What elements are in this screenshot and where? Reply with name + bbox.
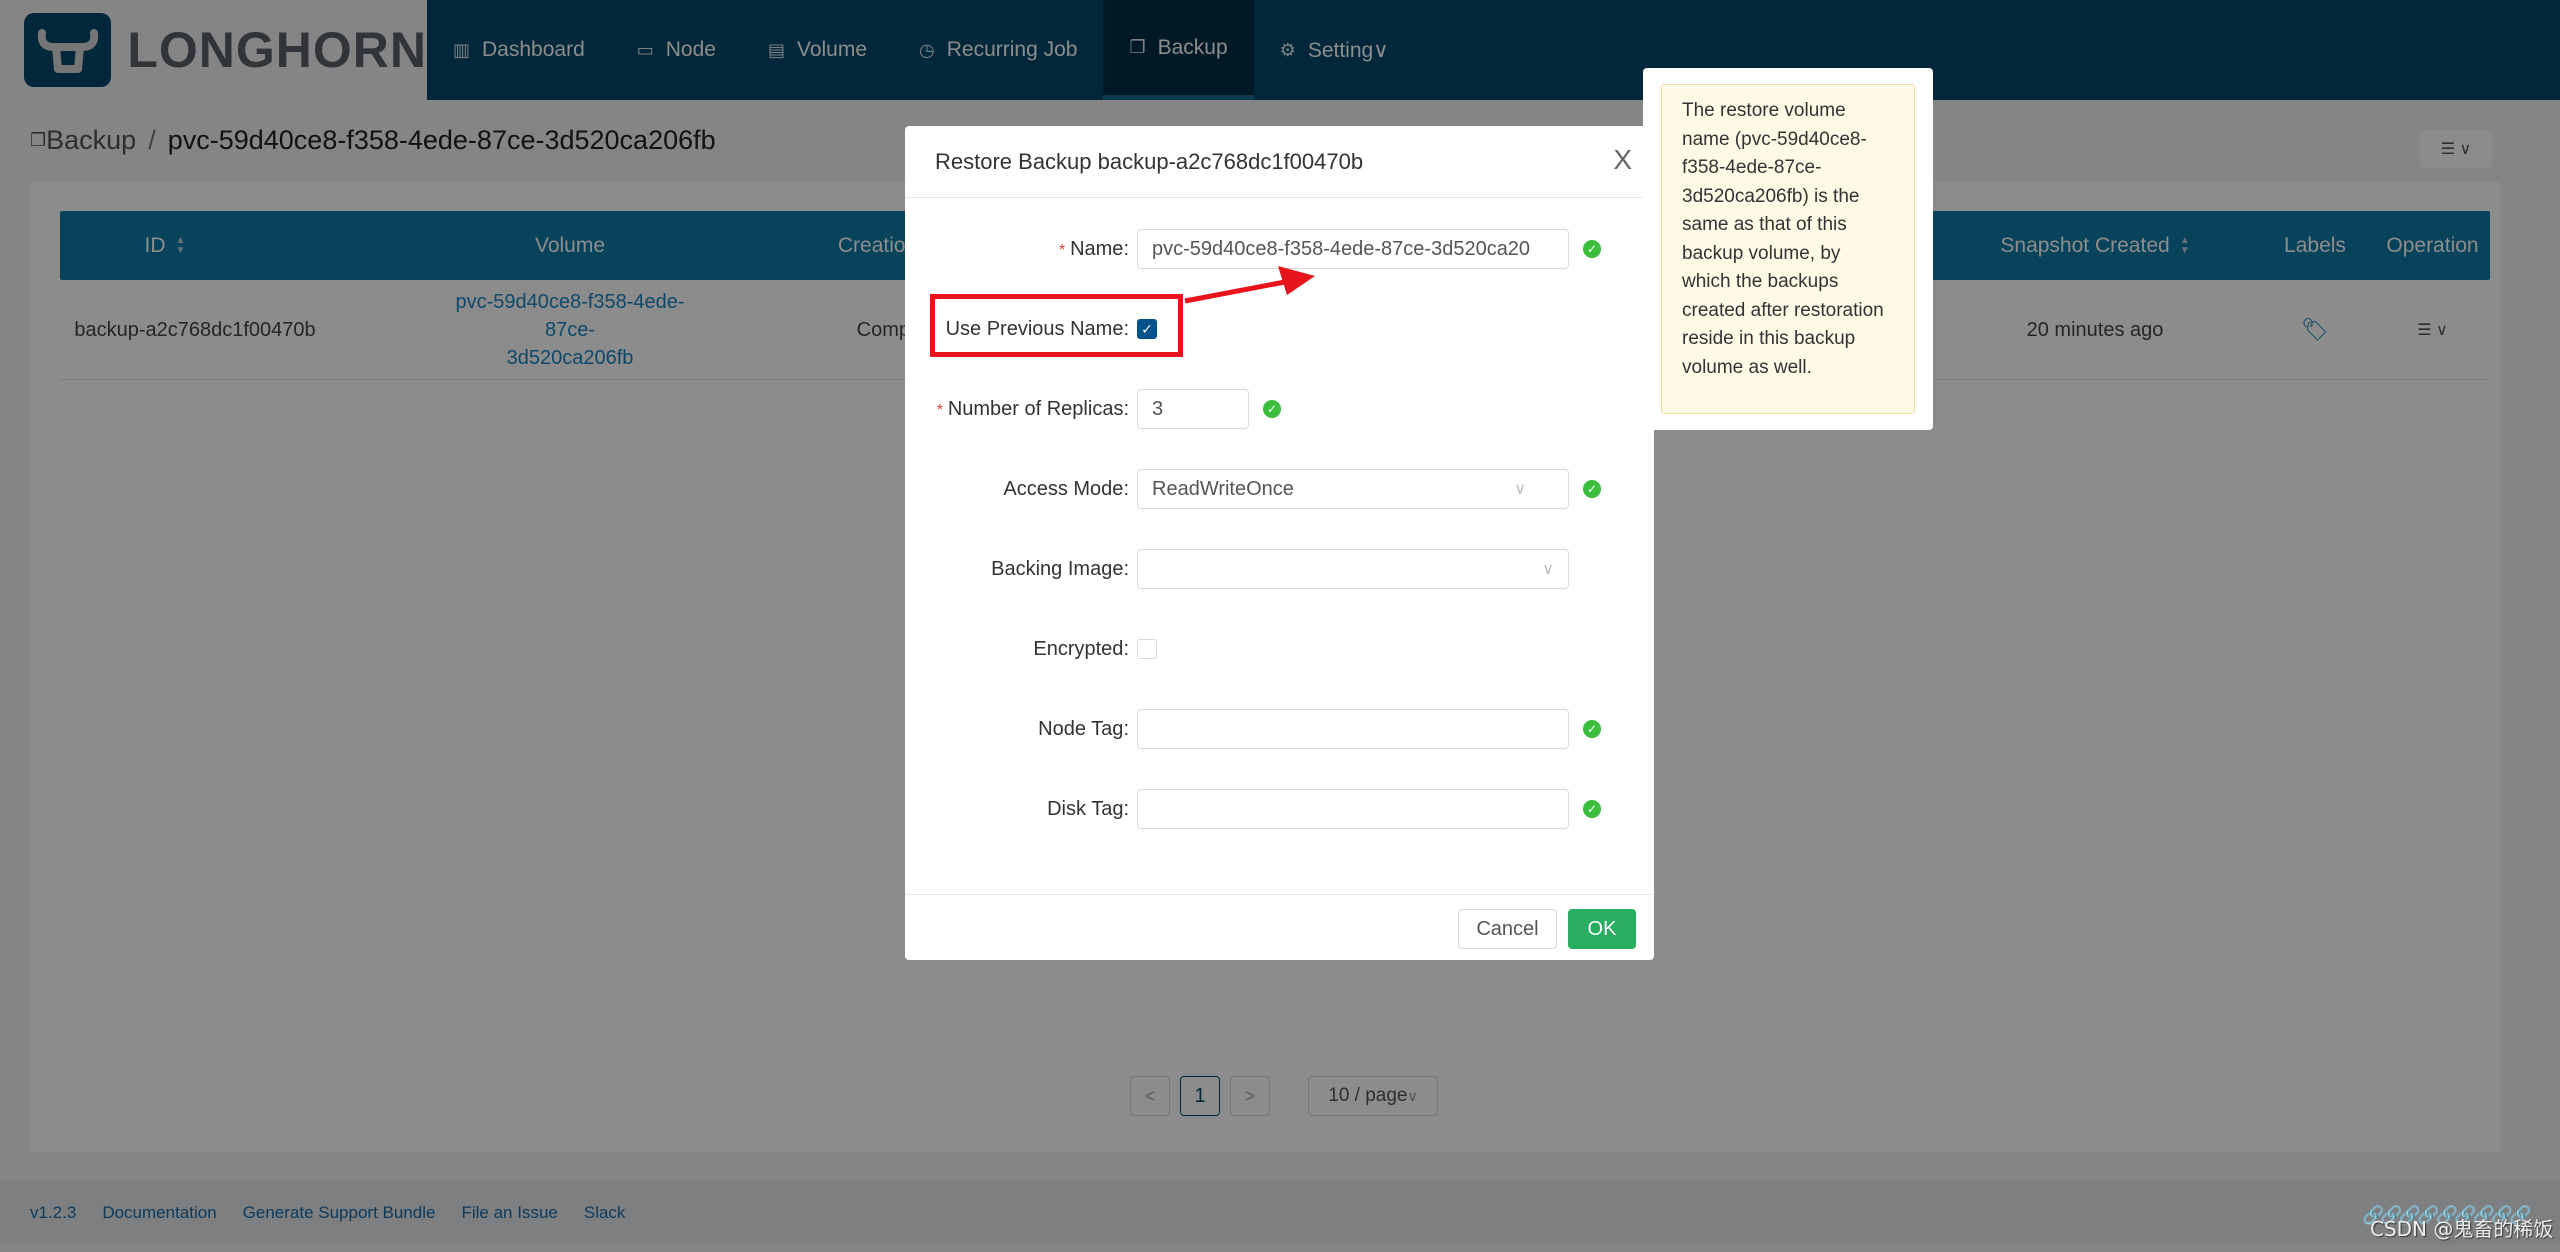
use-previous-name-label: Use Previous Name:: [945, 317, 1129, 340]
label-text: Number of Replicas: [947, 397, 1124, 420]
node-tag-select[interactable]: [1137, 709, 1569, 749]
replicas-label: * Number of Replicas:: [936, 397, 1129, 420]
access-mode-label: Access Mode:: [1003, 477, 1129, 500]
label-text: Disk Tag: [1047, 797, 1124, 820]
encrypted-label: Encrypted:: [1033, 637, 1129, 660]
valid-check-icon: ✓: [1583, 720, 1601, 738]
required-mark: *: [936, 401, 943, 419]
backing-image-label: Backing Image:: [991, 557, 1129, 580]
label-text: Name: [1070, 237, 1124, 260]
name-info-popover: The restore volume name (pvc-59d40ce8-f3…: [1635, 68, 1933, 430]
disk-tag-label: Disk Tag:: [1047, 797, 1129, 820]
valid-check-icon: ✓: [1583, 800, 1601, 818]
watermark: CSDN @鬼畜的稀饭: [2370, 1217, 2554, 1241]
valid-check-icon: ✓: [1583, 240, 1601, 258]
chevron-down-icon: ∨: [1542, 561, 1554, 578]
valid-check-icon: ✓: [1263, 400, 1281, 418]
field-replicas: *Number of Replicas: ✓: [905, 389, 1654, 429]
field-name: *Name: ✓: [905, 229, 1654, 269]
node-tag-label: Node Tag:: [1038, 717, 1129, 740]
replicas-input[interactable]: [1137, 389, 1249, 429]
name-input[interactable]: [1137, 229, 1569, 269]
cancel-button[interactable]: Cancel: [1458, 909, 1557, 949]
name-label: * Name:: [1058, 237, 1129, 260]
field-use-previous-name: Use Previous Name: ✓: [905, 309, 1654, 349]
field-access-mode: Access Mode: ReadWriteOnce ∨ ✓: [905, 469, 1654, 509]
modal-header: Restore Backup backup-a2c768dc1f00470b X: [905, 126, 1654, 198]
label-text: Access Mode: [1003, 477, 1124, 500]
label-text: Node Tag: [1038, 717, 1124, 740]
backing-image-select[interactable]: ∨: [1137, 549, 1569, 589]
field-backing-image: Backing Image: ∨: [905, 549, 1654, 589]
field-encrypted: Encrypted:: [905, 629, 1654, 669]
label-text: Use Previous Name: [945, 317, 1124, 340]
close-icon[interactable]: X: [1613, 144, 1632, 176]
encrypted-checkbox[interactable]: [1137, 639, 1157, 659]
field-node-tag: Node Tag: ✓: [905, 709, 1654, 749]
valid-check-icon: ✓: [1583, 480, 1601, 498]
access-mode-value: ReadWriteOnce: [1152, 477, 1294, 500]
field-disk-tag: Disk Tag: ✓: [905, 789, 1654, 829]
popover-arrow: [1635, 242, 1643, 258]
chevron-down-icon: ∨: [1514, 481, 1526, 498]
ok-button[interactable]: OK: [1568, 909, 1636, 949]
restore-backup-modal: Restore Backup backup-a2c768dc1f00470b X…: [905, 126, 1654, 960]
use-previous-name-checkbox[interactable]: ✓: [1137, 319, 1157, 339]
access-mode-select[interactable]: ReadWriteOnce ∨: [1137, 469, 1569, 509]
required-mark: *: [1058, 241, 1066, 259]
modal-title: Restore Backup backup-a2c768dc1f00470b: [935, 148, 1364, 174]
disk-tag-select[interactable]: [1137, 789, 1569, 829]
modal-footer: Cancel OK: [905, 894, 1654, 960]
label-text: Encrypted: [1033, 637, 1124, 660]
label-text: Backing Image: [991, 557, 1124, 580]
popover-text: The restore volume name (pvc-59d40ce8-f3…: [1661, 84, 1915, 414]
